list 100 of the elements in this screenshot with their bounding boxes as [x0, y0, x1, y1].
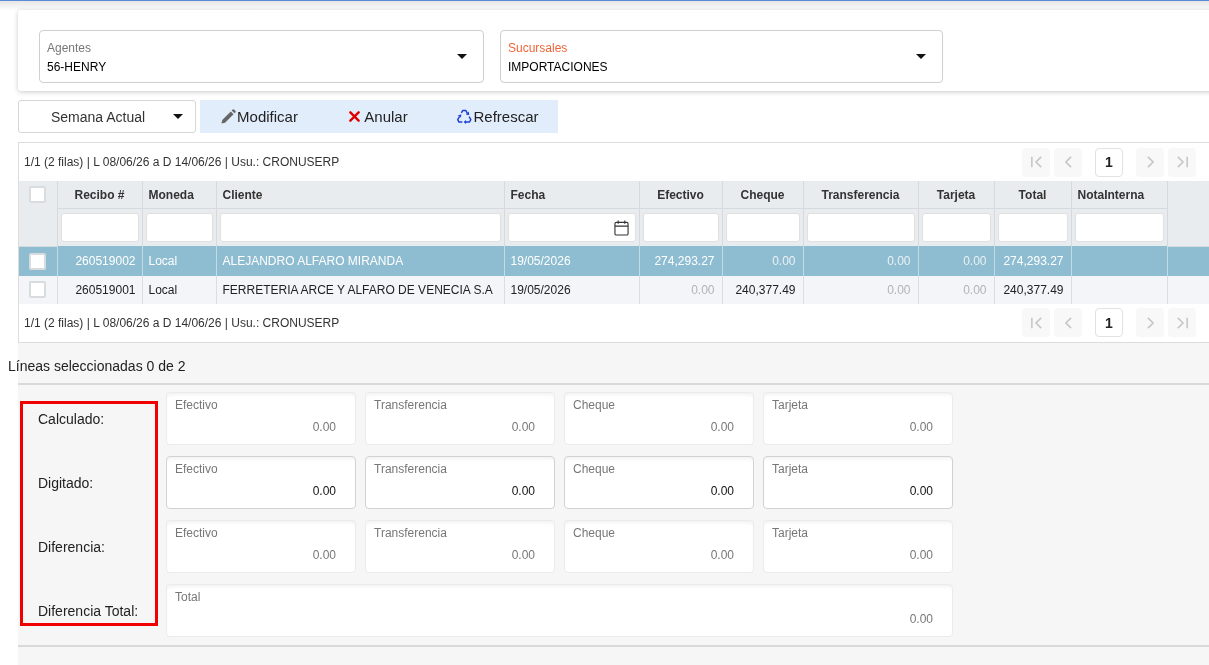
field-value: 0.00 [710, 419, 734, 434]
table-cell: 19/05/2026 [504, 246, 639, 276]
field-value: 0.00 [909, 419, 933, 434]
cross-icon [349, 111, 361, 122]
date-filter-field[interactable] [507, 213, 636, 242]
calendar-icon [613, 219, 629, 236]
filter-field[interactable] [60, 213, 139, 242]
column-header[interactable]: Cliente [216, 181, 504, 209]
table-cell: 0.00 [918, 246, 994, 276]
chevron-bar-right-icon [1176, 156, 1188, 168]
page-button[interactable]: 1 [1095, 147, 1123, 177]
table-cell: ALEJANDRO ALFARO MIRANDA [216, 246, 504, 276]
table-cell: 0.00 [918, 275, 994, 304]
toolbar-button[interactable]: Refrescar [438, 100, 558, 133]
field-label: Tarjeta [772, 461, 809, 476]
column-header[interactable]: Cheque [722, 181, 803, 209]
toolbar-button[interactable]: Modificar [200, 100, 319, 133]
field-value: 0.00 [511, 547, 535, 562]
field-label: Transferencia [374, 461, 447, 476]
row-label: Calculado: [38, 410, 105, 427]
chevron-bar-right-icon [1176, 316, 1188, 329]
filter-field[interactable] [642, 213, 719, 242]
field-value: 0.00 [909, 611, 933, 626]
selection-status: Líneas seleccionadas 0 de 2 [8, 356, 187, 376]
field-label: Cheque [573, 461, 616, 476]
filter-field[interactable] [145, 213, 213, 242]
field-value: 0.00 [710, 547, 734, 562]
row-label: Diferencia: [38, 538, 105, 555]
table-cell: 274,293.27 [639, 246, 722, 276]
grid-summary: 1/1 (2 filas) | L 08/06/26 a D 14/06/26 | Usu.: CRONUSERP [24, 315, 340, 330]
filter-field[interactable] [1074, 213, 1164, 242]
table-cell: 260519001 [57, 275, 142, 304]
filter-field[interactable] [219, 213, 501, 242]
checkbox[interactable] [29, 281, 47, 298]
table-cell: FERRETERIA ARCE Y ALFARO DE VENECIA S.A [216, 275, 504, 304]
dropdown-value: Semana Actual [51, 108, 147, 125]
column-header[interactable]: Efectivo [639, 181, 722, 209]
page-button[interactable]: 1 [1095, 308, 1123, 337]
chevron-right-icon [1146, 316, 1154, 329]
table-cell: 240,377.49 [722, 275, 803, 304]
field-label: Cheque [573, 525, 616, 540]
dropdown-field[interactable]: Sucursales IMPORTACIONES [500, 30, 943, 83]
row-label: Diferencia Total: [38, 602, 139, 619]
filter-field[interactable] [725, 213, 800, 242]
column-header[interactable]: Transferencia [803, 181, 918, 209]
amount-field[interactable]: Tarjeta 0.00 [763, 455, 953, 509]
caret-icon [457, 54, 467, 59]
column-header[interactable]: NotaInterna [1071, 181, 1167, 209]
caret-icon [173, 114, 183, 119]
table-row[interactable]: 260519001 Local FERRETERIA ARCE Y ALFARO DE VENECIA S.A 19/05/2026 0.00 240,377.49 0.00 0.00 240,377.49 [19, 275, 1209, 304]
column-header[interactable]: Total [994, 181, 1071, 209]
field-value: 0.00 [710, 483, 734, 498]
field-label: Cheque [573, 397, 616, 412]
field-label: Sucursales [508, 41, 568, 55]
pencil-icon [221, 109, 237, 124]
caret-icon [916, 54, 926, 59]
chevron-bar-left-icon [1030, 316, 1042, 329]
period-dropdown[interactable]: Semana Actual [18, 100, 196, 133]
checkbox[interactable] [29, 186, 47, 203]
chevron-bar-left-icon [1030, 156, 1042, 168]
field-label: Transferencia [374, 397, 447, 412]
table-cell: 260519002 [57, 246, 142, 276]
field-label: Transferencia [374, 525, 447, 540]
amount-field[interactable]: Efectivo 0.00 [166, 455, 356, 509]
field-value: 0.00 [909, 483, 933, 498]
recycle-icon [457, 109, 473, 124]
field-value: 0.00 [909, 547, 933, 562]
field-value: 0.00 [312, 547, 336, 562]
toolbar-button[interactable]: Anular [319, 100, 438, 133]
table-cell: 0.00 [803, 246, 918, 276]
field-label: Efectivo [175, 525, 218, 540]
filter-field[interactable] [806, 213, 915, 242]
grid-summary: 1/1 (2 filas) | L 08/06/26 a D 14/06/26 | Usu.: CRONUSERP [24, 155, 340, 169]
chevron-right-icon [1146, 156, 1154, 168]
checkbox[interactable] [29, 252, 47, 270]
column-header[interactable]: Moneda [142, 181, 216, 209]
field-label: Tarjeta [772, 525, 809, 540]
field-value: 0.00 [312, 483, 336, 498]
field-value: 0.00 [511, 483, 535, 498]
table-cell: Local [142, 246, 216, 276]
column-header[interactable]: Fecha [504, 181, 639, 209]
dropdown-field[interactable]: Agentes 56-HENRY [39, 30, 484, 83]
filter-field[interactable] [997, 213, 1068, 242]
field-label: Efectivo [175, 461, 218, 476]
field-value: 56-HENRY [47, 60, 107, 74]
table-cell: 240,377.49 [994, 275, 1071, 304]
filter-field[interactable] [921, 213, 991, 242]
chevron-left-icon [1064, 316, 1072, 329]
table-cell: Local [142, 275, 216, 304]
column-header[interactable]: Tarjeta [918, 181, 994, 209]
field-label: Total [175, 589, 201, 604]
column-header[interactable]: Recibo # [57, 181, 142, 209]
table-cell: 0.00 [803, 275, 918, 304]
amount-field[interactable]: Transferencia 0.00 [365, 455, 555, 509]
field-label: Efectivo [175, 397, 218, 412]
field-value: 0.00 [312, 419, 336, 434]
field-label: Agentes [47, 41, 92, 55]
table-cell: 0.00 [639, 275, 722, 304]
table-cell: 274,293.27 [994, 246, 1071, 276]
amount-field[interactable]: Cheque 0.00 [564, 455, 754, 509]
